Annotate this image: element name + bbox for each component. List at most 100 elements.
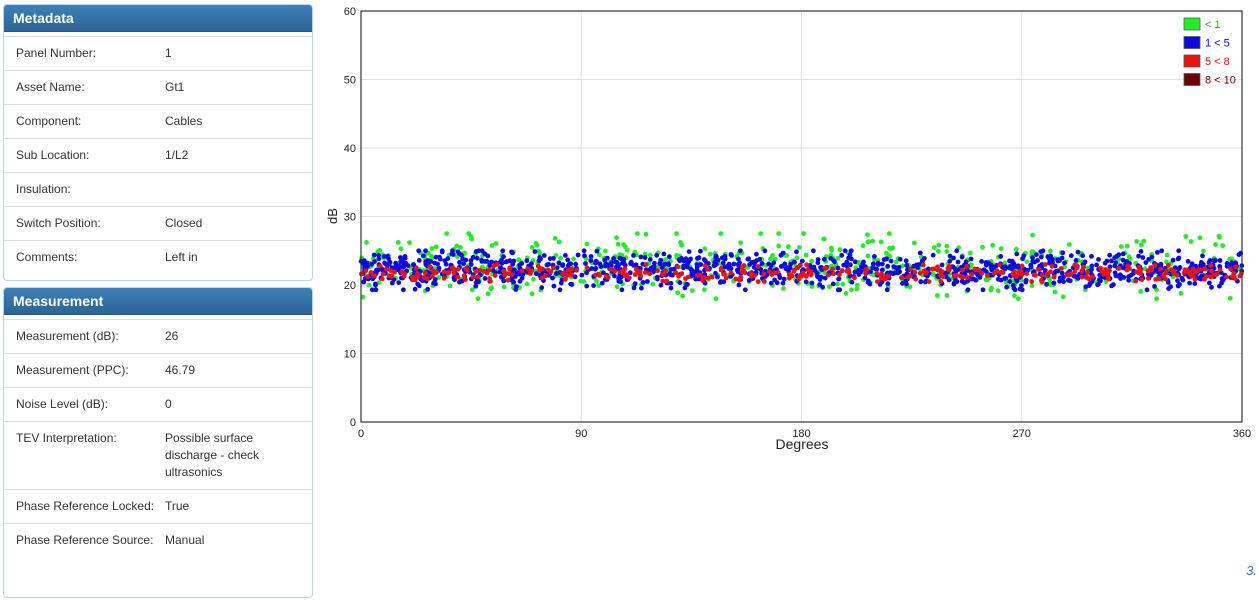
data-point (916, 262, 922, 268)
data-point (935, 293, 940, 298)
data-point (1039, 279, 1045, 284)
data-point (828, 256, 834, 261)
field-label: Switch Position: (16, 216, 101, 230)
data-point (954, 273, 960, 278)
data-point (1133, 278, 1139, 284)
data-point (628, 259, 634, 265)
data-point (476, 279, 481, 285)
data-point (701, 257, 707, 262)
data-point (528, 270, 533, 276)
data-point (500, 248, 506, 254)
data-point (804, 262, 809, 268)
data-point (823, 265, 829, 271)
data-point (529, 291, 535, 297)
data-point (1049, 263, 1055, 269)
data-point (713, 253, 719, 259)
data-point (1153, 277, 1159, 282)
data-point (995, 288, 1001, 294)
data-point (1028, 262, 1034, 268)
data-point (1185, 258, 1191, 264)
data-point (642, 270, 648, 275)
data-point (1192, 276, 1198, 282)
data-point (421, 275, 427, 281)
data-point (598, 264, 604, 270)
data-point (1036, 267, 1042, 272)
data-point (380, 271, 386, 277)
data-point (899, 275, 905, 281)
data-point (755, 279, 761, 284)
data-point (893, 259, 899, 265)
metadata-panel-title: Metadata (4, 5, 312, 32)
data-point (1200, 253, 1205, 259)
data-point (895, 265, 900, 271)
data-point (1238, 271, 1244, 277)
data-point (874, 266, 880, 272)
field-label: Component: (16, 114, 82, 128)
data-point (746, 256, 751, 262)
data-point (551, 265, 556, 271)
data-point (1055, 257, 1061, 262)
data-point (959, 278, 965, 284)
data-point (668, 285, 674, 291)
x-tick-label: 270 (1013, 428, 1031, 440)
data-point (1021, 253, 1027, 259)
data-point (808, 269, 814, 274)
data-point (1039, 272, 1045, 278)
legend-swatch (1183, 17, 1201, 31)
data-point (1209, 284, 1214, 290)
data-point (786, 244, 791, 250)
data-point (885, 281, 891, 287)
data-point (1227, 295, 1233, 301)
data-point (830, 266, 835, 272)
data-point (836, 276, 842, 282)
prpd-scatter-chart: 0 90 180 270 3600102030405060 Degrees dB < 1… (325, 6, 1251, 452)
data-point (702, 246, 708, 252)
data-point (817, 277, 823, 282)
data-point (998, 246, 1004, 252)
data-point (754, 251, 759, 257)
data-point (593, 266, 599, 271)
metadata-row-component: Component: Cables (4, 104, 312, 138)
data-point (738, 248, 743, 254)
data-point (837, 247, 843, 253)
data-point (647, 271, 653, 277)
data-point (578, 278, 584, 284)
data-point (654, 252, 660, 258)
data-point (655, 276, 660, 282)
data-point (433, 244, 439, 250)
data-point (1082, 259, 1088, 265)
data-point (947, 258, 953, 264)
data-point (435, 261, 440, 267)
data-point (1044, 281, 1049, 287)
data-point (501, 284, 507, 290)
data-point (1051, 274, 1057, 280)
data-point (524, 281, 530, 287)
field-value: Left in (165, 250, 198, 264)
y-tick-label: 0 (350, 417, 356, 429)
data-point (960, 267, 965, 273)
data-point (537, 254, 543, 260)
data-point (776, 243, 782, 249)
data-point (705, 275, 711, 281)
data-point (885, 273, 890, 279)
data-point (482, 251, 488, 257)
data-point (370, 273, 376, 278)
data-point (473, 283, 479, 289)
data-point (1118, 272, 1123, 278)
data-point (1187, 280, 1192, 286)
data-point (939, 262, 945, 268)
data-point (1233, 264, 1238, 270)
data-point (1079, 274, 1085, 280)
data-point (547, 256, 553, 261)
data-point (1213, 242, 1218, 247)
field-label: Noise Level (dB): (16, 397, 109, 411)
data-point (1114, 253, 1120, 259)
data-point (702, 287, 707, 292)
data-point (918, 279, 924, 285)
data-point (1145, 276, 1151, 281)
data-point (647, 257, 653, 262)
data-point (1197, 235, 1203, 241)
data-point (986, 260, 991, 266)
footer-text: 3. (1246, 563, 1257, 578)
data-point (447, 283, 453, 289)
